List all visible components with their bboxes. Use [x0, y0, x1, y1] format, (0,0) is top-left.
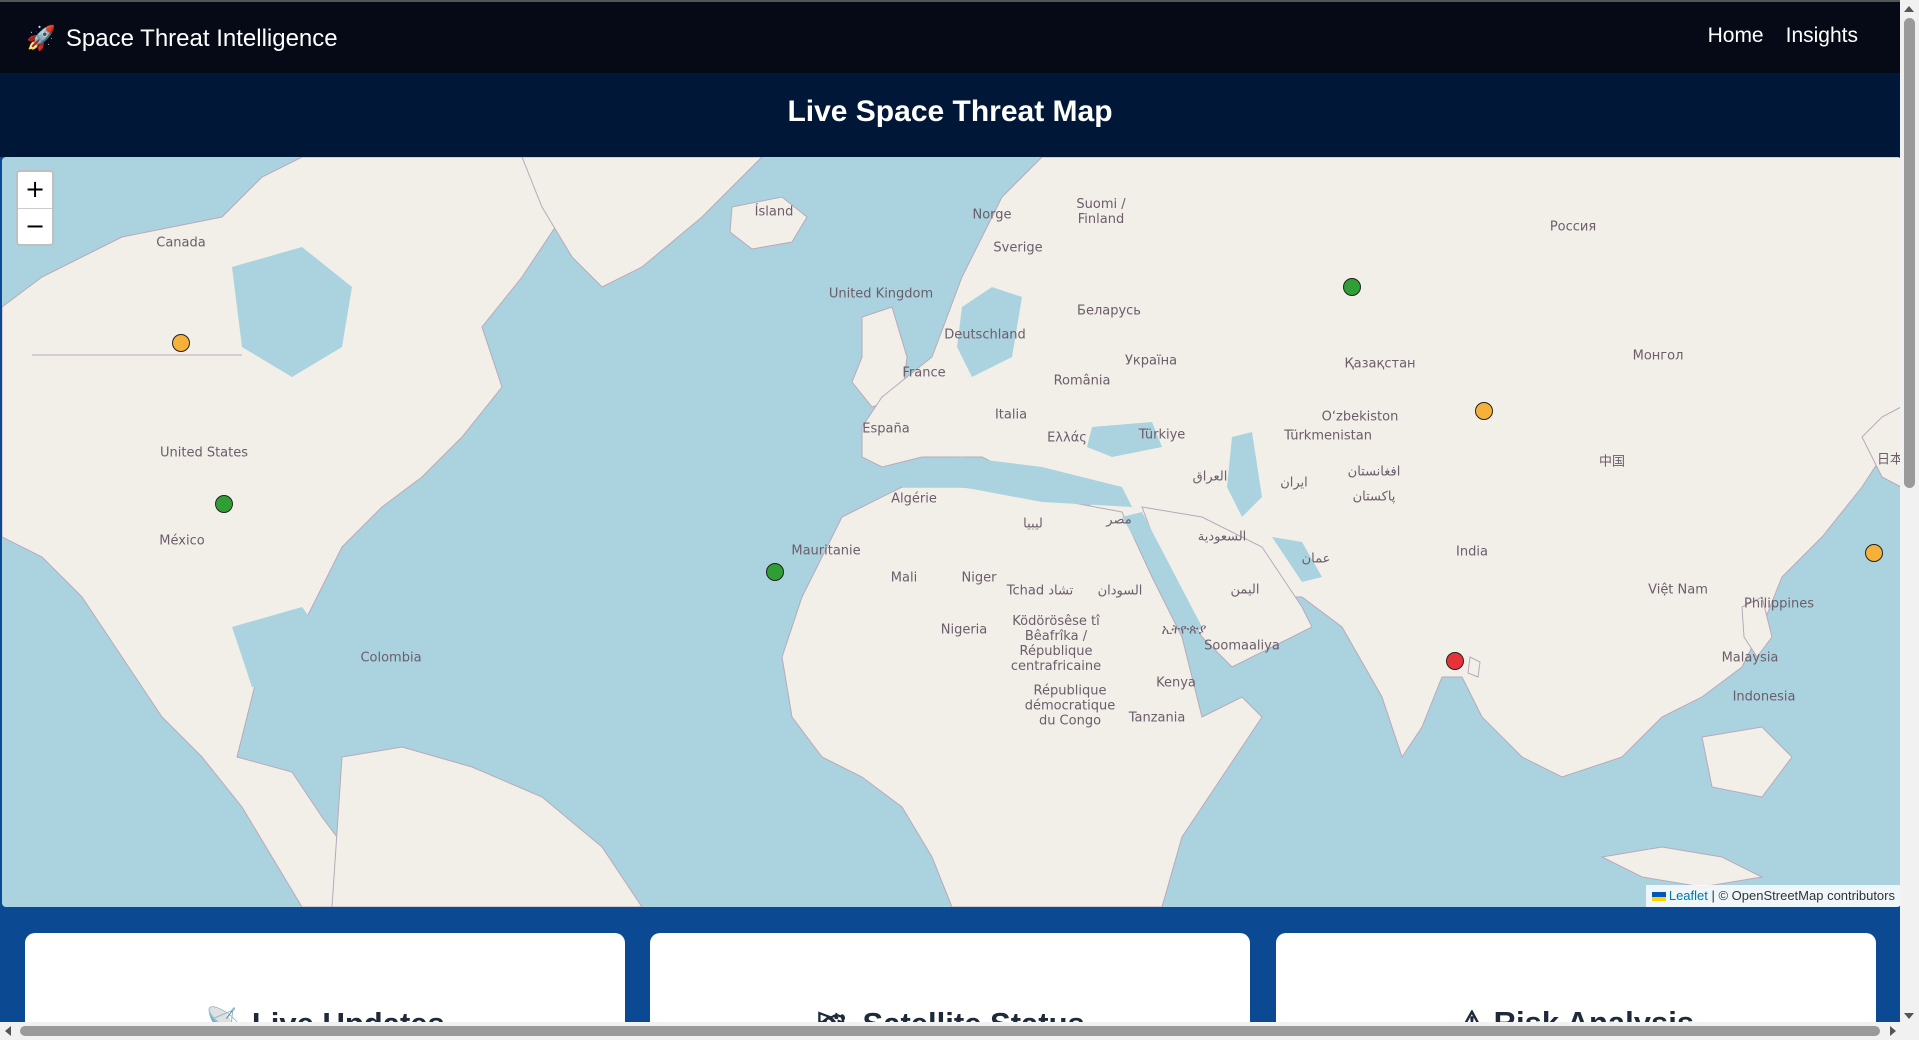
label-united-kingdom: United Kingdom — [828, 286, 934, 302]
threat-marker-green[interactable] — [1343, 278, 1361, 296]
label-norge: Norge — [972, 207, 1012, 223]
label-united-states: United States — [159, 445, 249, 461]
label-belarus: Беларусь — [1077, 303, 1141, 319]
greenland-land — [521, 157, 763, 288]
label-car: Ködörösêse tî Bêafrîka / République cent… — [1010, 614, 1102, 674]
borneo-land — [1701, 726, 1793, 798]
label-colombia: Colombia — [360, 650, 422, 666]
label-kazakhstan: Қазақстан — [1344, 356, 1416, 372]
ukraine-flag-icon — [1651, 892, 1666, 902]
indonesia-land — [1600, 846, 1764, 888]
label-island: Ísland — [754, 204, 794, 220]
scroll-down-arrow-icon[interactable] — [1904, 1013, 1914, 1019]
label-algerie: Algérie — [891, 491, 937, 507]
label-tanzania: Tanzania — [1128, 710, 1186, 726]
label-japan: 日本 — [1876, 452, 1901, 468]
label-niger: Niger — [961, 570, 997, 586]
label-france: France — [902, 365, 946, 381]
brand-title: Space Threat Intelligence — [65, 24, 338, 52]
rocket-icon: 🚀 — [26, 25, 56, 52]
page-title: Live Space Threat Map — [787, 95, 1113, 128]
label-pakistan: پاکستان — [1352, 489, 1396, 505]
label-sverige: Sverige — [993, 240, 1043, 256]
label-drc: République démocratique du Congo — [1024, 683, 1116, 729]
label-ethiopia: ኢትዮጵያ — [1161, 622, 1207, 638]
zoom-in-button[interactable]: + — [18, 172, 52, 209]
map-tiles — [2, 157, 1901, 907]
label-iraq: العراق — [1192, 469, 1228, 485]
label-romania: România — [1053, 373, 1111, 389]
label-tchad: Tchad تشاد — [1006, 583, 1074, 599]
horizontal-scroll-thumb[interactable] — [20, 1026, 1880, 1036]
label-vietnam: Việt Nam — [1648, 582, 1708, 598]
vertical-scrollbar[interactable] — [1900, 0, 1919, 1025]
title-band: Live Space Threat Map — [0, 73, 1900, 157]
label-yemen: اليمن — [1230, 582, 1260, 598]
label-ukraina: Україна — [1124, 353, 1178, 369]
label-oman: عمان — [1301, 551, 1331, 567]
nav-links: Home Insights — [1708, 24, 1858, 48]
label-iran: ایران — [1280, 475, 1308, 491]
label-mali: Mali — [890, 570, 918, 586]
label-uzbekistan: O‘zbekiston — [1321, 409, 1399, 425]
cards-section: 📡Live Updates 🛰Satellite Status ⚠Risk An… — [0, 907, 1900, 1040]
label-saudi: السعودية — [1197, 529, 1247, 545]
threat-marker-green[interactable] — [215, 495, 233, 513]
label-afghanistan: افغانستان — [1347, 464, 1401, 480]
label-china: 中国 — [1598, 454, 1626, 470]
label-malaysia: Malaysia — [1721, 650, 1779, 666]
south-america-land — [331, 746, 643, 907]
label-sudan: السودان — [1097, 583, 1143, 599]
threat-marker-orange[interactable] — [1475, 402, 1493, 420]
label-misr: مصر — [1106, 512, 1132, 528]
threat-marker-red[interactable] — [1446, 652, 1464, 670]
horizontal-scrollbar[interactable] — [0, 1022, 1919, 1040]
label-turkiye: Türkiye — [1138, 427, 1186, 443]
zoom-out-button[interactable]: − — [18, 209, 52, 244]
scroll-up-arrow-icon[interactable] — [1904, 6, 1914, 12]
label-turkmenistan: Türkmenistan — [1284, 428, 1372, 444]
threat-marker-green[interactable] — [766, 563, 784, 581]
navbar: 🚀 Space Threat Intelligence Home Insight… — [0, 0, 1900, 73]
label-ellas: Ελλάς — [1047, 430, 1087, 446]
label-india: India — [1456, 544, 1488, 560]
scroll-right-arrow-icon[interactable] — [1890, 1026, 1896, 1036]
threat-marker-orange[interactable] — [1865, 544, 1883, 562]
label-kenya: Kenya — [1156, 675, 1196, 691]
label-mauritanie: Mauritanie — [791, 543, 861, 559]
nav-insights-link[interactable]: Insights — [1786, 24, 1858, 48]
label-philippines: Philippines — [1743, 596, 1815, 612]
label-espana: España — [862, 421, 910, 437]
label-nigeria: Nigeria — [940, 622, 988, 638]
label-suomi: Suomi / Finland — [1076, 197, 1126, 227]
label-libya: ليبيا — [1023, 516, 1043, 532]
page: 🚀 Space Threat Intelligence Home Insight… — [0, 0, 1919, 1040]
nav-home-link[interactable]: Home — [1708, 24, 1764, 48]
label-deutschland: Deutschland — [944, 327, 1026, 343]
label-mexico: México — [159, 533, 205, 549]
vertical-scroll-thumb[interactable] — [1904, 18, 1915, 488]
label-italia: Italia — [994, 407, 1028, 423]
attribution-text: | © OpenStreetMap contributors — [1707, 888, 1896, 903]
zoom-control: + − — [16, 170, 54, 246]
label-rossiya: Россия — [1549, 219, 1597, 235]
label-somalia: Soomaaliya — [1204, 638, 1280, 654]
brand-link[interactable]: 🚀 Space Threat Intelligence — [26, 24, 338, 53]
label-indonesia: Indonesia — [1732, 689, 1796, 705]
map-attribution: Leaflet | © OpenStreetMap contributors — [1645, 885, 1901, 907]
threat-marker-orange[interactable] — [172, 334, 190, 352]
threat-map[interactable]: Canada United States México Colombia Ísl… — [2, 157, 1901, 907]
label-mongol: Монгол — [1632, 348, 1684, 364]
scroll-left-arrow-icon[interactable] — [5, 1026, 11, 1036]
label-canada: Canada — [156, 235, 206, 251]
leaflet-link[interactable]: Leaflet — [1669, 888, 1708, 903]
